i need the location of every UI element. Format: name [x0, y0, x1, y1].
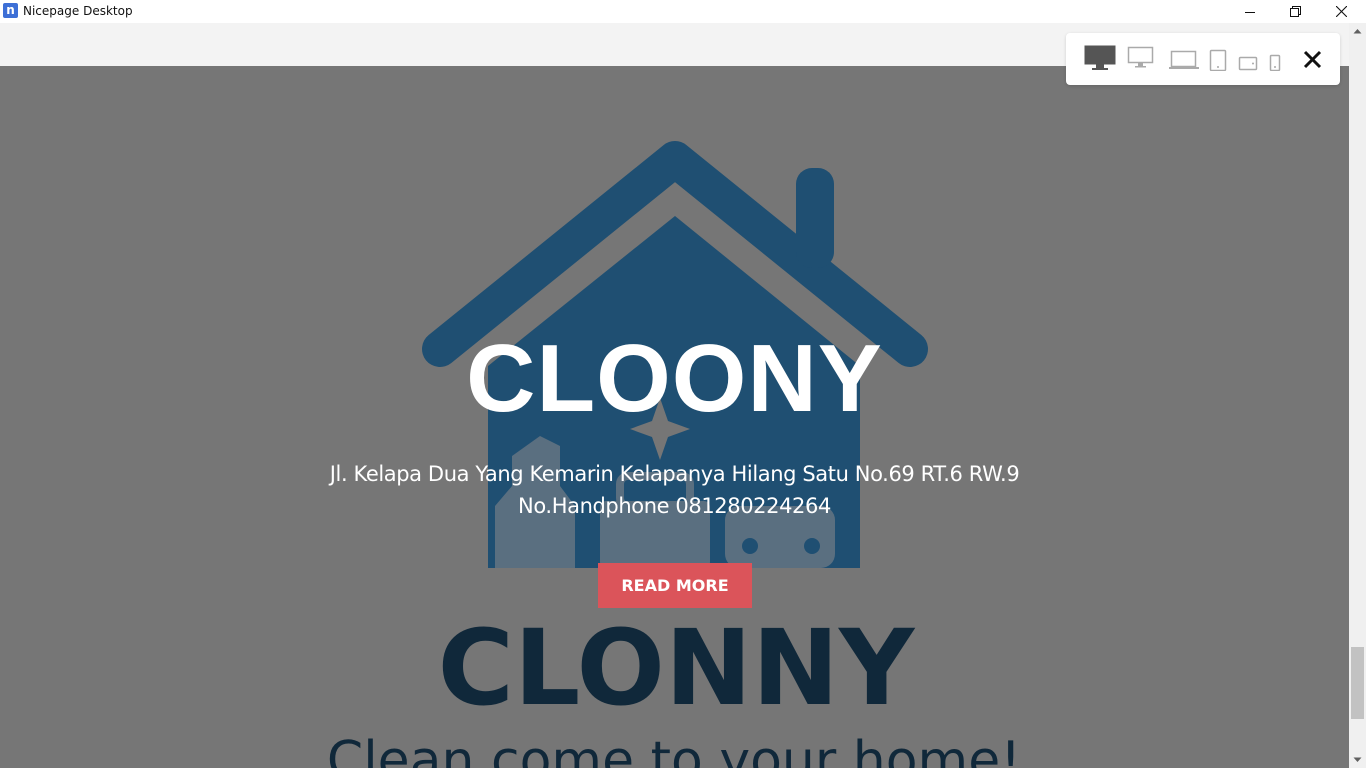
- desktop-icon[interactable]: [1127, 45, 1155, 76]
- hero-title: CLOONY: [466, 325, 883, 432]
- chevron-down-icon: [1353, 757, 1362, 762]
- chevron-up-icon: [1353, 29, 1362, 34]
- phone-line: No.Handphone 081280224264: [518, 494, 831, 518]
- hero-description: Jl. Kelapa Dua Yang Kemarin Kelapanya Hi…: [0, 458, 1349, 522]
- nicepage-logo-icon: n: [3, 3, 18, 18]
- scroll-up-button[interactable]: [1349, 23, 1366, 40]
- title-bar: n Nicepage Desktop: [0, 0, 1366, 23]
- address-line: Jl. Kelapa Dua Yang Kemarin Kelapanya Hi…: [329, 462, 1020, 486]
- close-icon: [1303, 50, 1322, 69]
- close-window-button[interactable]: [1318, 0, 1364, 23]
- close-preview-button[interactable]: [1299, 47, 1325, 73]
- restore-button[interactable]: [1272, 0, 1318, 23]
- phone-icon[interactable]: [1267, 45, 1283, 76]
- tablet-icon[interactable]: [1208, 45, 1228, 76]
- laptop-icon[interactable]: [1168, 45, 1200, 76]
- device-preview-toolbar: [1066, 33, 1340, 85]
- restore-icon: [1289, 6, 1301, 17]
- minimize-icon: [1245, 11, 1255, 13]
- scroll-down-button[interactable]: [1349, 751, 1366, 768]
- scrollbar-thumb[interactable]: [1351, 647, 1364, 719]
- hero-section: CLONNY Clean come to your home! CLOONY J…: [0, 66, 1349, 768]
- read-more-button[interactable]: READ MORE: [598, 563, 752, 608]
- background-logo-tagline: Clean come to your home!: [327, 731, 1021, 768]
- desktop-large-icon[interactable]: [1084, 45, 1116, 76]
- background-logo-text: CLONNY: [438, 607, 916, 729]
- vertical-scrollbar[interactable]: [1349, 23, 1366, 768]
- tablet-landscape-icon[interactable]: [1237, 45, 1259, 76]
- app-title: Nicepage Desktop: [23, 4, 133, 18]
- minimize-button[interactable]: [1227, 0, 1273, 23]
- close-icon: [1335, 6, 1347, 17]
- app-window: n Nicepage Desktop CLONNY Clean come to …: [0, 0, 1366, 768]
